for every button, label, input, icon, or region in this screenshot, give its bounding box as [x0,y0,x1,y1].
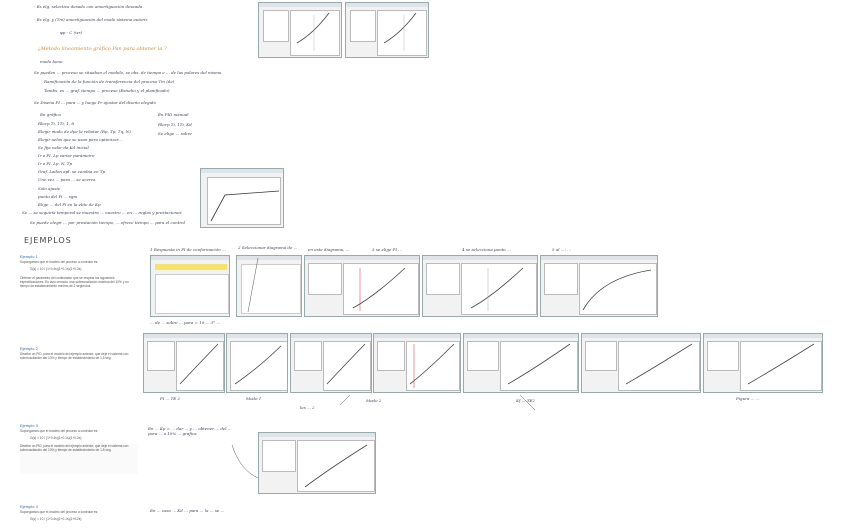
annotation-lines [231,257,536,479]
